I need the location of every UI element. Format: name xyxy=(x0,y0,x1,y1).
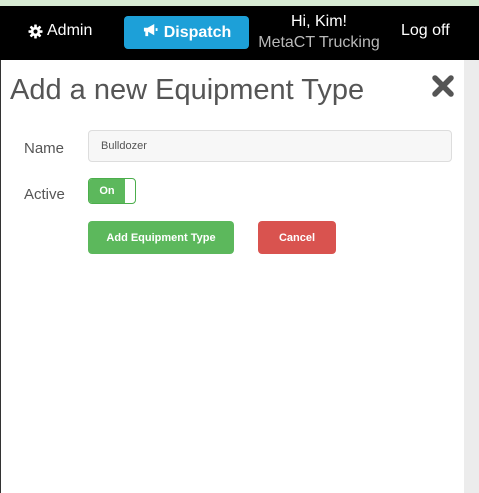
toggle-on-label: On xyxy=(89,179,125,203)
dispatch-label: Dispatch xyxy=(163,23,232,41)
logoff-link[interactable]: Log off xyxy=(401,22,450,40)
close-button[interactable] xyxy=(431,74,455,98)
page-background-strip xyxy=(464,60,479,493)
dialog-panel xyxy=(0,60,464,493)
name-input[interactable] xyxy=(88,130,452,162)
dialog-title: Add a new Equipment Type xyxy=(10,74,365,106)
active-label: Active xyxy=(24,186,65,203)
close-icon xyxy=(432,75,454,97)
active-toggle[interactable]: On xyxy=(88,178,136,204)
dispatch-button[interactable]: Dispatch xyxy=(124,16,249,49)
gear-icon xyxy=(28,23,43,39)
admin-menu-link[interactable]: Admin xyxy=(28,22,92,40)
panel-left-border xyxy=(0,60,1,493)
admin-label: Admin xyxy=(47,22,93,39)
cancel-button[interactable]: Cancel xyxy=(258,221,336,254)
top-navbar: Admin Dispatch Hi, Kim! MetaCT Trucking … xyxy=(0,6,479,60)
company-name: MetaCT Trucking xyxy=(258,34,380,51)
megaphone-icon xyxy=(142,23,159,43)
user-greeting: Hi, Kim! xyxy=(291,13,347,30)
add-equipment-type-button[interactable]: Add Equipment Type xyxy=(88,221,234,254)
name-label: Name xyxy=(24,140,65,157)
